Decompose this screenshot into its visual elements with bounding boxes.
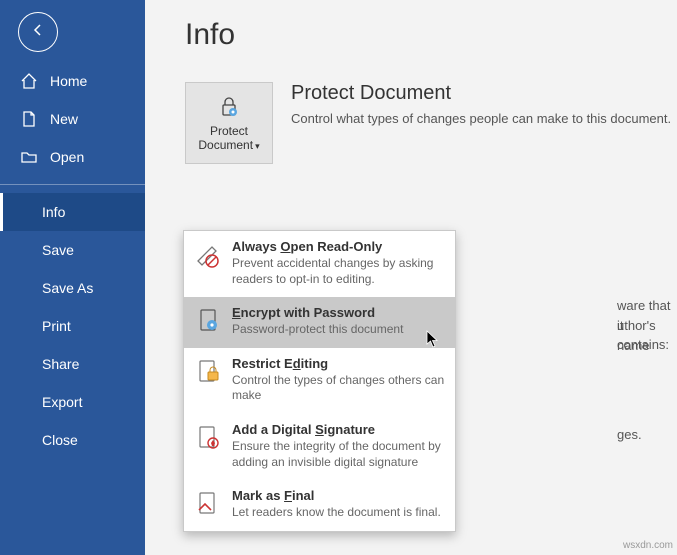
back-button[interactable] — [18, 12, 58, 52]
new-doc-icon — [20, 110, 38, 128]
menu-desc: Ensure the integrity of the document by … — [232, 439, 445, 470]
protect-btn-line2: Document — [198, 138, 253, 152]
protect-heading: Protect Document — [291, 82, 671, 105]
final-icon — [194, 490, 222, 518]
nav-info[interactable]: Info — [0, 193, 145, 231]
inspect-peek-line3: ges. — [617, 425, 642, 445]
restrict-icon — [194, 358, 222, 386]
nav-label: Export — [42, 394, 82, 410]
nav-open[interactable]: Open — [0, 138, 145, 176]
folder-open-icon — [20, 148, 38, 166]
menu-encrypt-with-password[interactable]: Encrypt with Password Password-protect t… — [184, 297, 455, 348]
menu-label: Add a Digital Signature — [232, 422, 445, 437]
protect-row: Protect Document▾ Protect Document Contr… — [185, 82, 677, 164]
menu-mark-as-final[interactable]: Mark as Final Let readers know the docum… — [184, 480, 455, 531]
home-icon — [20, 72, 38, 90]
nav-share[interactable]: Share — [0, 345, 145, 383]
nav-print[interactable]: Print — [0, 307, 145, 345]
menu-desc: Let readers know the document is final. — [232, 505, 445, 521]
nav-label: Close — [42, 432, 78, 448]
protect-btn-line1: Protect — [210, 124, 248, 138]
menu-desc: Prevent accidental changes by asking rea… — [232, 256, 445, 287]
nav-label: Print — [42, 318, 71, 334]
read-only-icon — [194, 241, 222, 269]
back-arrow-icon — [30, 22, 46, 43]
nav-home[interactable]: Home — [0, 62, 145, 100]
signature-icon — [194, 424, 222, 452]
nav-label: Open — [50, 149, 84, 165]
inspect-peek-line2: uthor's name — [617, 316, 677, 355]
encrypt-icon — [194, 307, 222, 335]
backstage-sidebar: Home New Open Info Save Save As Print Sh… — [0, 0, 145, 555]
nav-label: Info — [42, 204, 65, 220]
lock-key-icon — [216, 94, 242, 120]
nav-close[interactable]: Close — [0, 421, 145, 459]
menu-label: Always Open Read-Only — [232, 239, 445, 254]
nav-export[interactable]: Export — [0, 383, 145, 421]
nav-label: New — [50, 111, 78, 127]
nav-save[interactable]: Save — [0, 231, 145, 269]
menu-label: Encrypt with Password — [232, 305, 445, 320]
nav-label: Share — [42, 356, 79, 372]
menu-restrict-editing[interactable]: Restrict Editing Control the types of ch… — [184, 348, 455, 414]
protect-body: Control what types of changes people can… — [291, 111, 671, 126]
menu-add-digital-signature[interactable]: Add a Digital Signature Ensure the integ… — [184, 414, 455, 480]
watermark: wsxdn.com — [623, 540, 673, 551]
menu-desc: Control the types of changes others can … — [232, 373, 445, 404]
protect-document-menu: Always Open Read-Only Prevent accidental… — [183, 230, 456, 532]
chevron-down-icon: ▾ — [255, 141, 260, 151]
nav-new[interactable]: New — [0, 100, 145, 138]
menu-label: Mark as Final — [232, 488, 445, 503]
nav-label: Save As — [42, 280, 93, 296]
menu-desc: Password-protect this document — [232, 322, 445, 338]
nav-divider — [0, 184, 145, 185]
menu-always-open-read-only[interactable]: Always Open Read-Only Prevent accidental… — [184, 231, 455, 297]
nav-label: Home — [50, 73, 87, 89]
nav-label: Save — [42, 242, 74, 258]
protect-description: Protect Document Control what types of c… — [291, 82, 671, 126]
protect-document-button[interactable]: Protect Document▾ — [185, 82, 273, 164]
page-title: Info — [185, 18, 677, 52]
menu-label: Restrict Editing — [232, 356, 445, 371]
nav-save-as[interactable]: Save As — [0, 269, 145, 307]
